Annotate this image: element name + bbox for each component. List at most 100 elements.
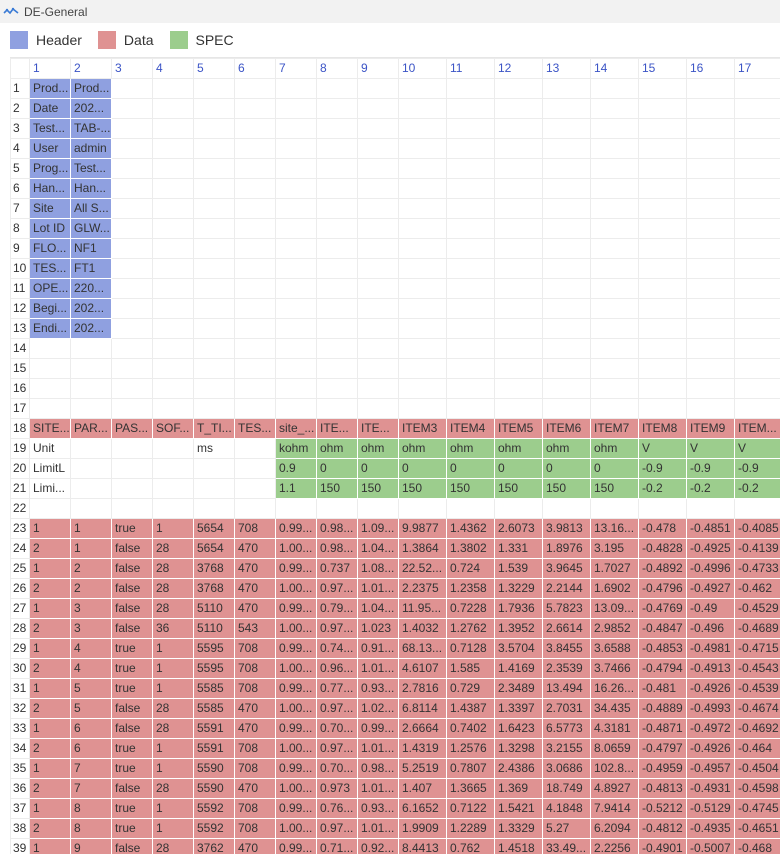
grid-cell[interactable]: 3.195 — [591, 539, 639, 559]
grid-cell[interactable]: T_TI... — [194, 419, 235, 439]
grid-cell[interactable]: -0.9 — [687, 459, 735, 479]
grid-cell[interactable] — [735, 179, 780, 199]
grid-cell[interactable]: -0.4529 — [735, 599, 780, 619]
grid-cell[interactable]: -0.4715 — [735, 639, 780, 659]
grid-cell[interactable]: 1.02... — [358, 699, 399, 719]
grid-cell[interactable] — [591, 399, 639, 419]
grid-cell[interactable] — [447, 399, 495, 419]
grid-cell[interactable]: 0.9 — [276, 459, 317, 479]
grid-cell[interactable] — [112, 399, 153, 419]
grid-cell[interactable]: 1.6423 — [495, 719, 543, 739]
grid-cell[interactable]: 2.2144 — [543, 579, 591, 599]
grid-cell[interactable] — [358, 379, 399, 399]
grid-cell[interactable]: 3.9813 — [543, 519, 591, 539]
grid-cell[interactable]: 0.74... — [317, 639, 358, 659]
grid-cell[interactable] — [317, 99, 358, 119]
grid-cell[interactable]: 28 — [153, 579, 194, 599]
grid-cell[interactable] — [639, 259, 687, 279]
grid-cell[interactable]: 1.369 — [495, 779, 543, 799]
grid-cell[interactable] — [687, 319, 735, 339]
grid-cell[interactable]: 0.70... — [317, 759, 358, 779]
grid-cell[interactable]: 5590 — [194, 759, 235, 779]
grid-cell[interactable] — [495, 199, 543, 219]
grid-cell[interactable] — [30, 339, 71, 359]
grid-cell[interactable] — [399, 279, 447, 299]
grid-cell[interactable] — [194, 279, 235, 299]
grid-cell[interactable]: SOF... — [153, 419, 194, 439]
grid-cell[interactable]: 708 — [235, 739, 276, 759]
grid-cell[interactable]: 5595 — [194, 639, 235, 659]
grid-cell[interactable] — [358, 319, 399, 339]
grid-cell[interactable]: 0.77... — [317, 679, 358, 699]
grid-cell[interactable]: 0.7807 — [447, 759, 495, 779]
grid-cell[interactable] — [399, 339, 447, 359]
grid-cell[interactable]: -0.4926 — [687, 679, 735, 699]
grid-cell[interactable] — [194, 299, 235, 319]
grid-cell[interactable] — [591, 339, 639, 359]
grid-cell[interactable]: 202... — [71, 319, 112, 339]
grid-cell[interactable]: true — [112, 759, 153, 779]
grid-cell[interactable]: 150 — [399, 479, 447, 499]
grid-cell[interactable] — [399, 259, 447, 279]
grid-cell[interactable] — [591, 359, 639, 379]
grid-cell[interactable] — [71, 379, 112, 399]
grid-cell[interactable] — [235, 299, 276, 319]
grid-cell[interactable] — [687, 159, 735, 179]
grid-cell[interactable] — [30, 379, 71, 399]
grid-cell[interactable]: PAR... — [71, 419, 112, 439]
grid-cell[interactable] — [153, 379, 194, 399]
row-number[interactable]: 33 — [11, 719, 30, 739]
grid-cell[interactable] — [591, 239, 639, 259]
grid-cell[interactable] — [276, 279, 317, 299]
grid-cell[interactable]: NF1 — [71, 239, 112, 259]
grid-cell[interactable]: 5110 — [194, 619, 235, 639]
grid-cell[interactable] — [276, 499, 317, 519]
grid-cell[interactable] — [358, 279, 399, 299]
grid-cell[interactable]: 9 — [71, 839, 112, 854]
grid-cell[interactable]: 2 — [30, 539, 71, 559]
grid-cell[interactable]: V — [735, 439, 780, 459]
grid-cell[interactable] — [153, 459, 194, 479]
row-number[interactable]: 17 — [11, 399, 30, 419]
grid-cell[interactable] — [112, 499, 153, 519]
grid-cell[interactable]: ITEM4 — [447, 419, 495, 439]
grid-cell[interactable]: 1.6902 — [591, 579, 639, 599]
grid-cell[interactable]: 5592 — [194, 819, 235, 839]
grid-cell[interactable] — [235, 99, 276, 119]
grid-cell[interactable]: 2.9852 — [591, 619, 639, 639]
grid-cell[interactable] — [194, 159, 235, 179]
grid-cell[interactable]: 0.93... — [358, 679, 399, 699]
grid-cell[interactable]: -0.2 — [735, 479, 780, 499]
grid-cell[interactable]: 2.3489 — [495, 679, 543, 699]
grid-cell[interactable]: 1.2762 — [447, 619, 495, 639]
grid-cell[interactable]: -0.4927 — [687, 579, 735, 599]
grid-cell[interactable]: 3.5704 — [495, 639, 543, 659]
grid-cell[interactable]: -0.9 — [735, 459, 780, 479]
grid-cell[interactable] — [447, 99, 495, 119]
grid-cell[interactable] — [495, 379, 543, 399]
grid-cell[interactable] — [543, 219, 591, 239]
grid-cell[interactable] — [276, 239, 317, 259]
grid-cell[interactable] — [194, 339, 235, 359]
grid-cell[interactable] — [276, 79, 317, 99]
grid-cell[interactable]: OPE... — [30, 279, 71, 299]
grid-cell[interactable] — [358, 119, 399, 139]
grid-cell[interactable] — [276, 99, 317, 119]
grid-cell[interactable] — [112, 299, 153, 319]
row-number[interactable]: 25 — [11, 559, 30, 579]
row-number[interactable]: 31 — [11, 679, 30, 699]
grid-cell[interactable]: 2 — [30, 619, 71, 639]
grid-cell[interactable] — [495, 299, 543, 319]
grid-cell[interactable]: Date — [30, 99, 71, 119]
grid-cell[interactable]: FLO... — [30, 239, 71, 259]
grid-cell[interactable]: 1 — [30, 559, 71, 579]
grid-cell[interactable] — [735, 339, 780, 359]
column-header-14[interactable]: 14 — [591, 59, 639, 79]
grid-cell[interactable] — [112, 379, 153, 399]
grid-cell[interactable]: -0.4851 — [687, 519, 735, 539]
grid-cell[interactable]: 102.8... — [591, 759, 639, 779]
grid-cell[interactable] — [495, 499, 543, 519]
grid-cell[interactable]: 6.2094 — [591, 819, 639, 839]
grid-cell[interactable] — [358, 79, 399, 99]
grid-cell[interactable]: 8 — [71, 819, 112, 839]
